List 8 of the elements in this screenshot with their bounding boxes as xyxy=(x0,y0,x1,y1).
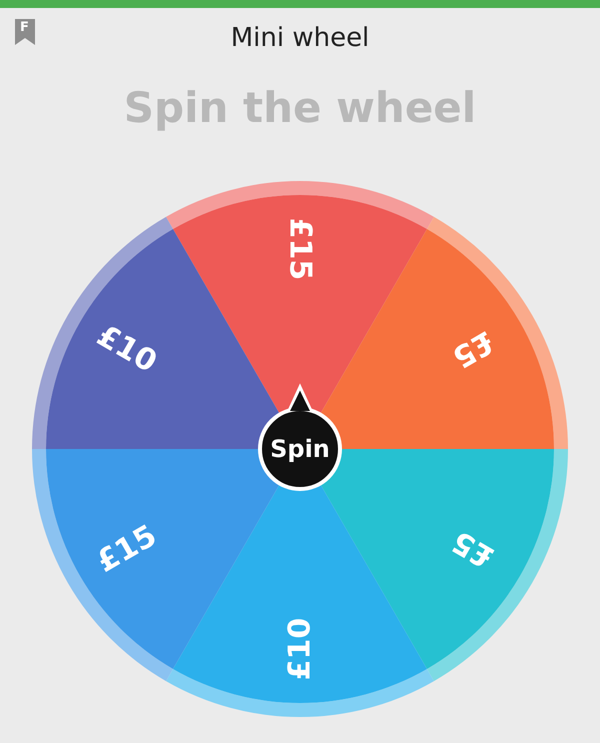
segment-label: £10 xyxy=(90,318,163,380)
segment-label: £10 xyxy=(282,618,318,680)
segment-label: £15 xyxy=(90,518,163,580)
segment-label: £15 xyxy=(282,218,318,280)
segment-label: £5 xyxy=(446,523,500,575)
page-title: Mini wheel xyxy=(230,23,370,53)
bookmark-letter: F xyxy=(20,21,29,35)
segment-label: £5 xyxy=(446,323,500,375)
